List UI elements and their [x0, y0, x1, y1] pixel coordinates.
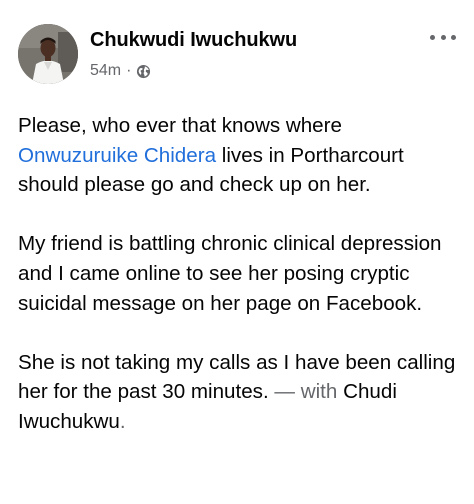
with-label: — with — [274, 380, 338, 404]
paragraph-text: Please, who ever that knows where — [18, 114, 342, 137]
more-dot — [430, 34, 435, 40]
trailing-period: . — [119, 409, 126, 433]
post-paragraph-2: My friend is battling chronic clinical d… — [18, 232, 442, 315]
mention-link[interactable]: Onwuzuruike Chidera — [18, 144, 216, 167]
post-timestamp[interactable]: 54m — [90, 62, 121, 80]
avatar-photo — [18, 24, 78, 84]
post-meta: 54m · — [90, 62, 151, 80]
author-avatar[interactable] — [18, 24, 78, 84]
more-dot — [440, 34, 446, 40]
post-header: Chukwudi Iwuchukwu 54m · — [18, 24, 462, 88]
more-options-icon[interactable] — [430, 30, 456, 44]
post-paragraph-3: She is not taking my calls as I have bee… — [18, 348, 466, 437]
more-dot — [451, 34, 456, 40]
post-paragraph-1: Please, who ever that knows where Onwuzu… — [18, 111, 466, 200]
meta-separator: · — [126, 62, 132, 79]
author-name[interactable]: Chukwudi Iwuchukwu — [90, 29, 297, 52]
post-body: Please, who ever that knows where Onwuzu… — [18, 111, 466, 466]
globe-icon[interactable] — [136, 64, 151, 79]
